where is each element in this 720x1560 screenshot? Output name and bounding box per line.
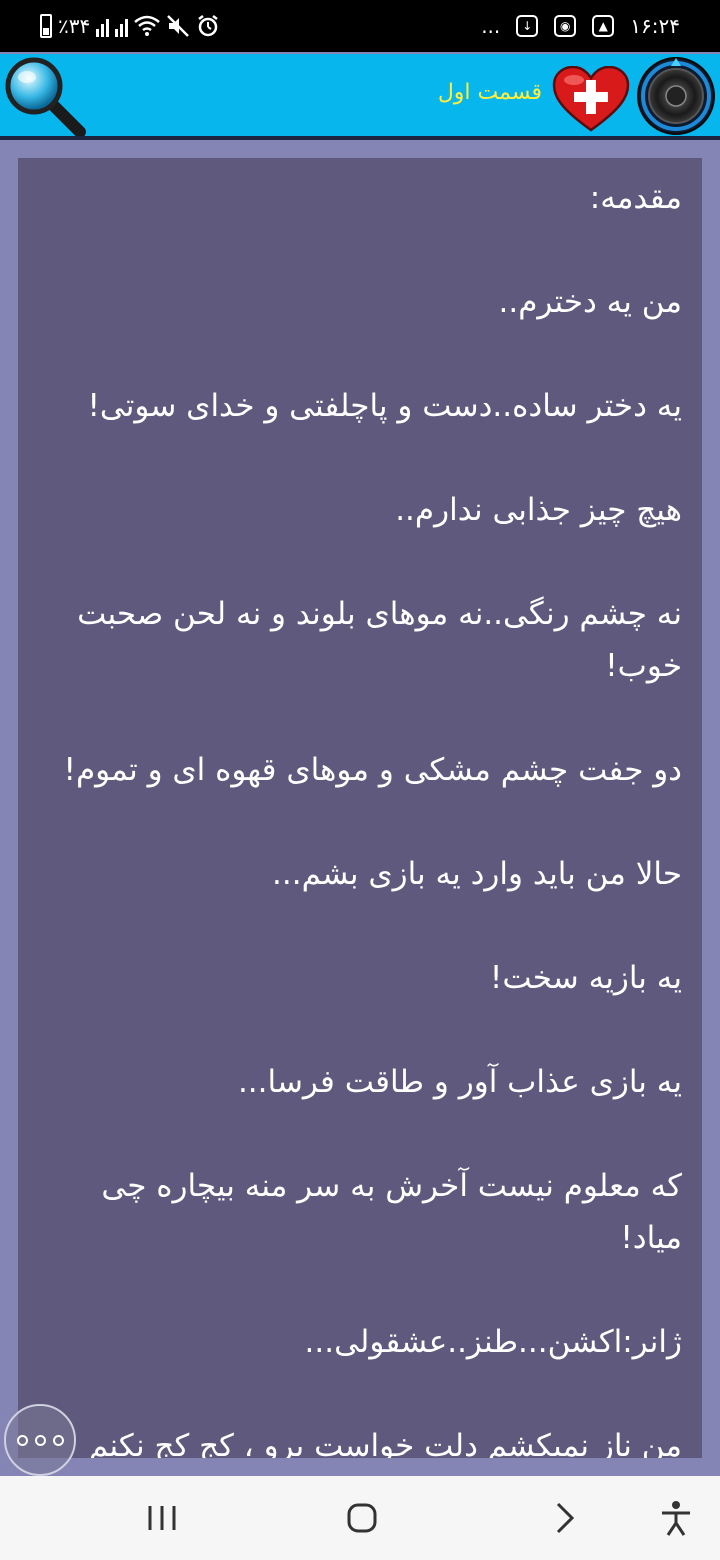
download-icon: ↓ xyxy=(516,15,539,37)
paragraph: که معلوم نیست آخرش به سر منه بیچاره چی م… xyxy=(101,1168,682,1256)
story-text: مقدمه: من یه دخترم.. یه دختر ساده..دست و… xyxy=(18,158,702,1458)
mute-icon xyxy=(167,15,190,37)
home-icon[interactable] xyxy=(342,1498,382,1538)
dot xyxy=(52,1434,64,1446)
paragraph: دو جفت چشم مشکی و موهای قهوه ای و تموم! xyxy=(63,752,682,788)
paragraph: یه بازیه سخت! xyxy=(489,960,682,996)
app-toolbar: قسمت اول xyxy=(0,54,720,140)
more-dots-icon[interactable] xyxy=(4,1404,76,1476)
status-right: ... ↓ ◉ ▲ ۱۶:۲۴ xyxy=(481,10,680,42)
accessibility-icon[interactable] xyxy=(656,1498,696,1538)
paragraph: مقدمه: xyxy=(589,180,682,216)
paragraph: نه چشم رنگی..نه موهای بلوند و نه لحن صحب… xyxy=(77,596,682,684)
alarm-icon xyxy=(198,15,218,37)
gallery-icon: ▲ xyxy=(592,15,615,37)
page-title: قسمت اول xyxy=(437,80,542,105)
back-icon[interactable] xyxy=(544,1498,584,1538)
navigation-bar xyxy=(0,1476,720,1560)
dot xyxy=(16,1434,28,1446)
dot xyxy=(34,1434,46,1446)
speaker-icon[interactable] xyxy=(633,56,719,136)
paragraph: ژانر:اکشن...طنز..عشقولی... xyxy=(304,1324,682,1360)
status-more-dots: ... xyxy=(481,14,501,38)
story-content[interactable]: مقدمه: من یه دخترم.. یه دختر ساده..دست و… xyxy=(18,158,702,1458)
paragraph: من ناز نمیکشم دلت خواست برو ، کج کج نکنم… xyxy=(88,1428,682,1458)
battery-icon xyxy=(40,14,52,38)
status-bar: ٪۳۴ ... ↓ ◉ ▲ ۱۶:۲۴ xyxy=(0,0,720,52)
search-icon[interactable] xyxy=(0,56,88,136)
signal-icon xyxy=(96,15,110,37)
wifi-icon xyxy=(134,15,161,36)
paragraph: حالا من باید وارد یه بازی بشم... xyxy=(272,856,682,892)
paragraph: یه دختر ساده..دست و پاچلفتی و خدای سوتی! xyxy=(87,388,682,424)
app-notification-icon: ◉ xyxy=(554,15,577,37)
paragraph: هیچ چیز جذابی ندارم.. xyxy=(395,492,682,528)
heart-plus-icon[interactable] xyxy=(552,66,630,134)
signal-icon-2 xyxy=(115,15,129,37)
status-left: ٪۳۴ xyxy=(40,10,220,42)
battery-percent: ٪۳۴ xyxy=(58,14,91,38)
recents-icon[interactable] xyxy=(142,1498,182,1538)
paragraph: یه بازی عذاب آور و طاقت فرسا... xyxy=(237,1064,682,1100)
clock: ۱۶:۲۴ xyxy=(630,14,680,38)
paragraph: من یه دخترم.. xyxy=(498,284,683,320)
